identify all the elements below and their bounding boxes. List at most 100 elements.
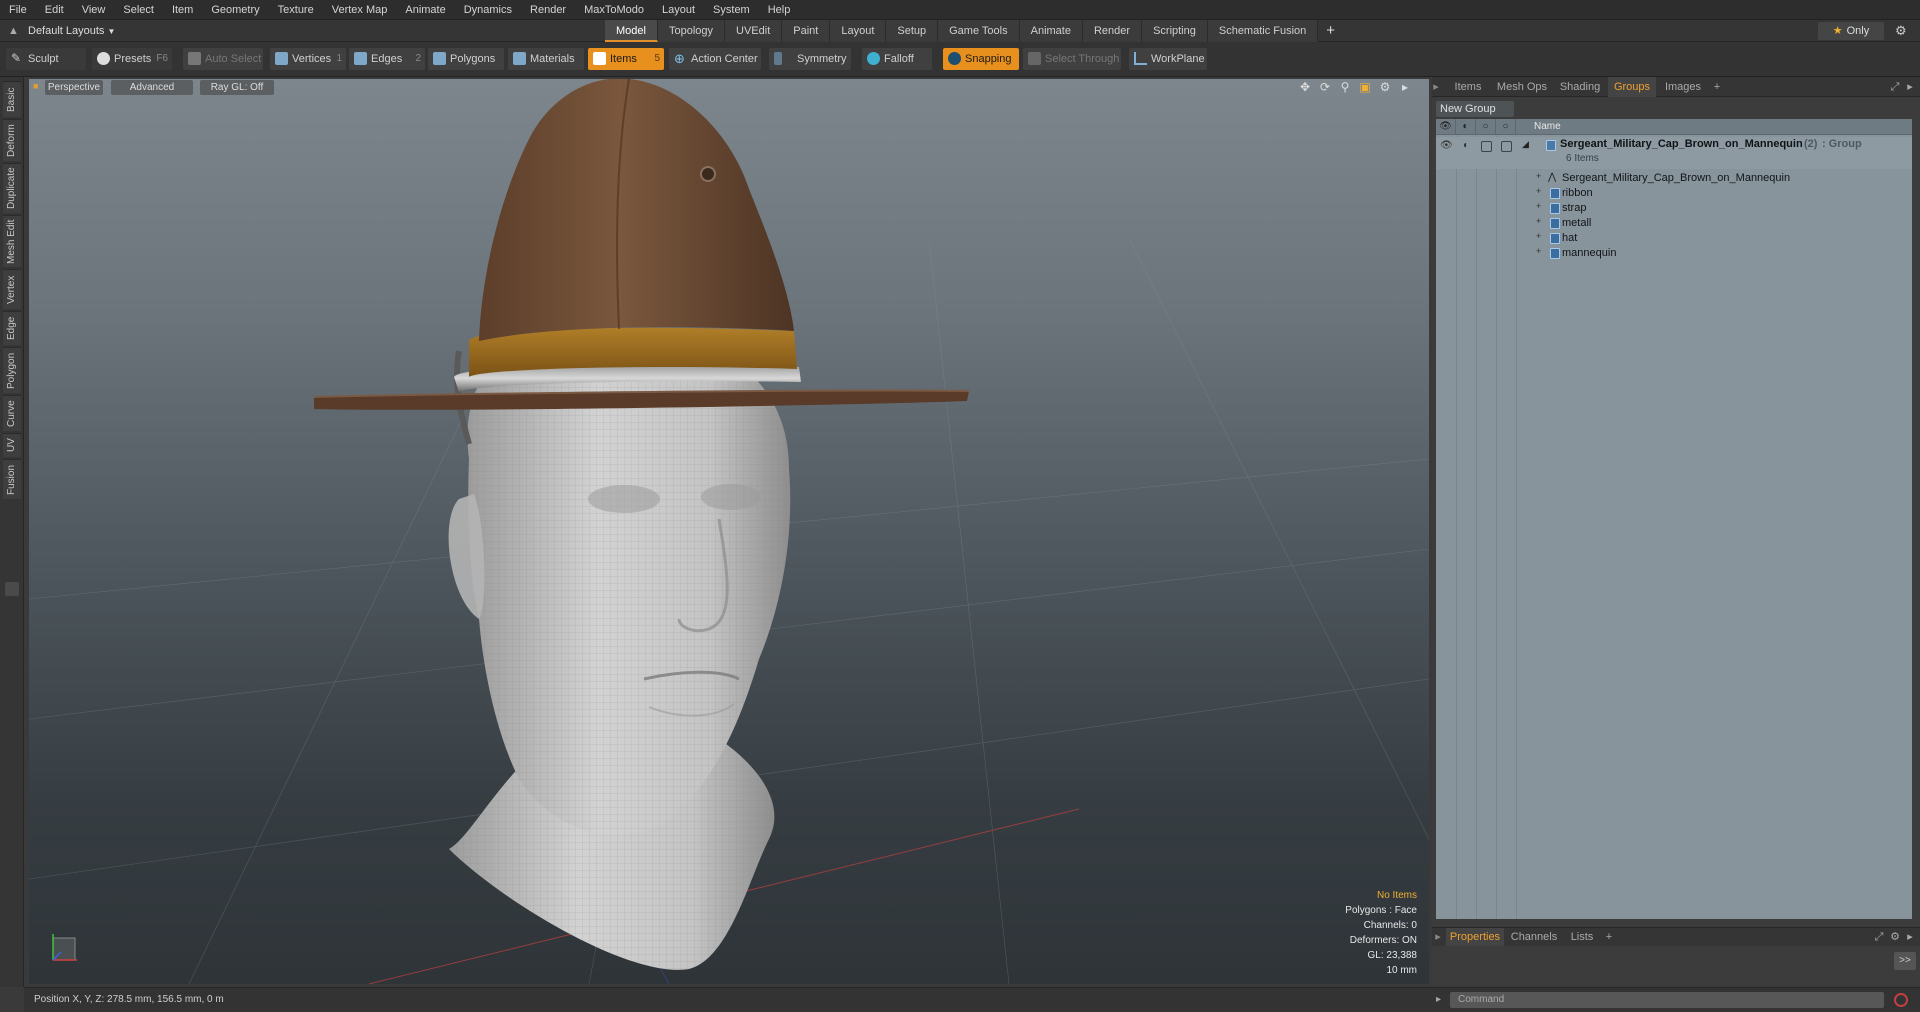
group-select-checkbox[interactable] [1501,141,1512,152]
gear-icon[interactable]: ⚙ [1895,23,1907,39]
only-button[interactable]: ★ Only [1818,22,1884,40]
tab-shading[interactable]: Shading [1554,77,1606,97]
lock-icon[interactable]: ○ [1476,119,1496,135]
tab-groups[interactable]: Groups [1608,77,1656,97]
add-tab-icon[interactable]: + [1318,20,1343,42]
group-lock-checkbox[interactable] [1481,141,1492,152]
expand-icon[interactable]: + [1536,216,1541,226]
command-input[interactable]: Command [1450,992,1884,1008]
vertices-button[interactable]: Vertices 1 [270,48,346,70]
workplane-button[interactable]: WorkPlane [1129,48,1207,70]
expand-icon[interactable]: + [1536,231,1541,241]
panel-arrow-icon[interactable]: ▸ [1904,77,1916,97]
tab-animate[interactable]: Animate [1019,20,1083,42]
group-eye-icon[interactable]: 👁 [1440,140,1453,152]
presets-button[interactable]: Presets F6 [92,48,172,70]
properties-arrow-icon[interactable]: ▸ [1904,928,1916,946]
menu-render[interactable]: Render [521,0,575,20]
tree-item-row[interactable]: + ribbon [1436,186,1912,201]
tree-item-row[interactable]: + strap [1436,201,1912,216]
tab-images[interactable]: Images [1658,77,1708,97]
tab-setup[interactable]: Setup [886,20,939,42]
action-center-button[interactable]: ⊕ Action Center [669,48,761,70]
eye-icon[interactable]: 👁 [1436,119,1456,135]
tree-item-row[interactable]: + metall [1436,216,1912,231]
tree-item-row[interactable]: + mannequin [1436,246,1912,261]
tab-topology[interactable]: Topology [657,20,726,42]
vtab-deform[interactable]: Deform [3,119,21,161]
tab-scripting[interactable]: Scripting [1142,20,1208,42]
tree-group-row[interactable]: 👁 ◐ ◢ Sergeant_Military_Cap_Brown_on_Man… [1436,137,1912,169]
menu-view[interactable]: View [73,0,115,20]
menu-item[interactable]: Item [163,0,202,20]
new-group-button[interactable]: New Group [1436,101,1514,117]
view-mode-button[interactable]: Perspective [45,80,103,95]
menu-file[interactable]: File [0,0,36,20]
vtab-basic[interactable]: Basic [3,81,21,117]
vtab-uv[interactable]: UV [3,433,21,457]
expand-icon[interactable]: + [1536,201,1541,211]
items-button[interactable]: Items 5 [588,48,664,70]
polygons-button[interactable]: Polygons [428,48,504,70]
viewport-arrow-icon[interactable]: ▸ [1395,80,1415,94]
expand-icon[interactable]: + [1536,186,1541,196]
select-icon[interactable]: ○ [1496,119,1516,135]
tab-items[interactable]: Items [1448,77,1488,97]
select-through-button[interactable]: Select Through [1023,48,1121,70]
menu-geometry[interactable]: Geometry [202,0,268,20]
add-properties-tab-icon[interactable]: + [1602,928,1616,946]
menu-animate[interactable]: Animate [396,0,454,20]
vtab-curve[interactable]: Curve [3,395,21,431]
panel-toggle-button[interactable] [5,582,19,596]
properties-gear-icon[interactable]: ⚙ [1888,928,1902,946]
tree-item-row[interactable]: + hat [1436,231,1912,246]
menu-vertex-map[interactable]: Vertex Map [323,0,397,20]
falloff-button[interactable]: Falloff [862,48,932,70]
vtab-fusion[interactable]: Fusion [3,459,21,499]
properties-menu-icon[interactable]: ▸ [1434,928,1442,946]
tab-model[interactable]: Model [605,20,658,42]
menu-select[interactable]: Select [114,0,163,20]
add-panel-tab-icon[interactable]: + [1710,77,1724,97]
vtab-edge[interactable]: Edge [3,311,21,345]
menu-layout[interactable]: Layout [653,0,704,20]
tab-channels[interactable]: Channels [1508,928,1560,946]
expand-properties-button[interactable]: >> [1894,952,1916,970]
tab-paint[interactable]: Paint [782,20,831,42]
sculpt-button[interactable]: ✎ Sculpt [6,48,86,70]
pan-icon[interactable]: ✥ [1295,80,1315,94]
materials-button[interactable]: Materials [508,48,584,70]
raygl-button[interactable]: Ray GL: Off [200,80,274,95]
tab-mesh-ops[interactable]: Mesh Ops [1492,77,1552,97]
menu-help[interactable]: Help [759,0,800,20]
3d-viewport[interactable]: ■ Perspective Advanced Ray GL: Off ✥ ⟳ ⚲… [29,79,1429,984]
menu-dynamics[interactable]: Dynamics [455,0,521,20]
command-arrow-icon[interactable]: ▸ [1436,992,1441,1008]
vtab-vertex[interactable]: Vertex [3,269,21,309]
panel-menu-icon[interactable]: ▸ [1432,77,1440,97]
layout-dropdown[interactable]: Default Layouts ▼ [28,25,158,37]
snapping-button[interactable]: Snapping [943,48,1019,70]
vtab-mesh-edit[interactable]: Mesh Edit [3,215,21,267]
rotate-icon[interactable]: ⟳ [1315,80,1335,94]
zoom-icon[interactable]: ⚲ [1335,80,1355,94]
tab-schematic-fusion[interactable]: Schematic Fusion [1207,20,1319,42]
viewport-gear-icon[interactable]: ⚙ [1375,80,1395,94]
properties-maximize-icon[interactable]: ⤢ [1872,928,1886,946]
expand-icon[interactable]: + [1536,246,1541,256]
viewport-menu-icon[interactable]: ■ [33,81,41,91]
tab-lists[interactable]: Lists [1564,928,1600,946]
tab-uvedit[interactable]: UVEdit [725,20,783,42]
collapse-icon[interactable]: ◢ [1522,139,1529,150]
auto-select-button[interactable]: Auto Select [183,48,263,70]
tab-game-tools[interactable]: Game Tools [938,20,1020,42]
maximize-icon[interactable]: ⤢ [1888,77,1902,97]
vtab-polygon[interactable]: Polygon [3,347,21,393]
tab-properties[interactable]: Properties [1446,928,1504,946]
edges-button[interactable]: Edges 2 [349,48,425,70]
group-render-icon[interactable]: ◐ [1460,140,1472,152]
record-icon[interactable] [1894,993,1908,1007]
menu-texture[interactable]: Texture [269,0,323,20]
tab-layout[interactable]: Layout [830,20,887,42]
symmetry-button[interactable]: Symmetry [769,48,851,70]
